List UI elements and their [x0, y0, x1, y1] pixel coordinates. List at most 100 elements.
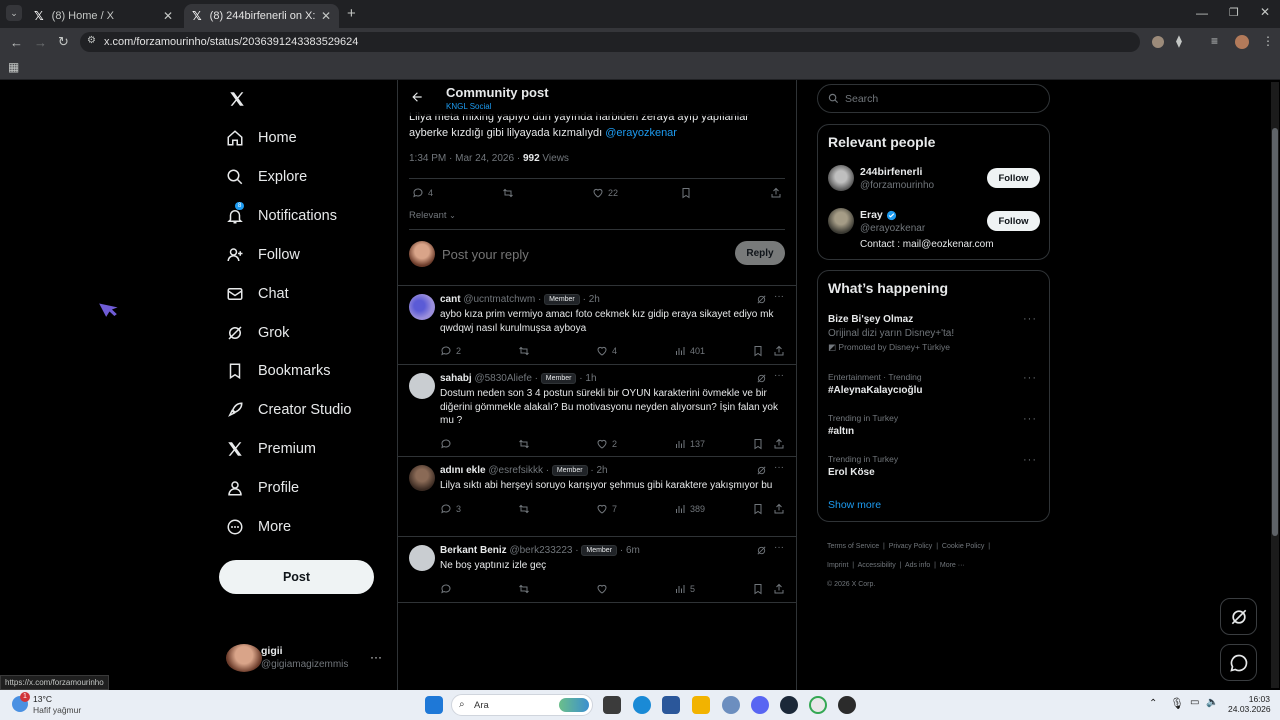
- network-icon[interactable]: ▭: [1190, 697, 1199, 708]
- start-button-icon[interactable]: [425, 696, 443, 714]
- bookmark-action[interactable]: [680, 187, 692, 199]
- nav-item-chat[interactable]: Chat: [226, 276, 289, 312]
- reload-icon[interactable]: ↻: [58, 34, 69, 50]
- reply-item[interactable]: Berkant Beniz @berk233223 · Member · 6m ·…: [398, 537, 796, 603]
- extension-icon[interactable]: [1152, 36, 1164, 48]
- microphone-icon[interactable]: 🎙: [1170, 697, 1184, 710]
- share-action[interactable]: [770, 187, 782, 199]
- nav-item-bookmarks[interactable]: Bookmarks: [226, 353, 331, 389]
- repost-action[interactable]: [518, 438, 530, 450]
- reply-avatar[interactable]: [409, 294, 435, 320]
- grok-floating-button[interactable]: [1220, 598, 1257, 635]
- footer-link[interactable]: Imprint: [827, 562, 848, 569]
- chrome-icon[interactable]: [809, 696, 827, 714]
- repost-action[interactable]: [518, 503, 530, 515]
- nav-item-profile[interactable]: Profile: [226, 470, 299, 506]
- like-action[interactable]: 22: [592, 187, 618, 199]
- share-action[interactable]: [773, 438, 785, 450]
- nav-item-follow[interactable]: Follow: [226, 237, 300, 273]
- nav-item-explore[interactable]: Explore: [226, 159, 307, 195]
- media-controls-icon[interactable]: ≡: [1211, 34, 1218, 48]
- task-view-icon[interactable]: [603, 696, 621, 714]
- store-icon[interactable]: [662, 696, 680, 714]
- forward-icon[interactable]: →: [34, 35, 47, 50]
- follow-button[interactable]: Follow: [987, 168, 1040, 188]
- search-input[interactable]: Search: [817, 84, 1050, 113]
- trend-more-icon[interactable]: ···: [1023, 454, 1037, 466]
- browser-profile-avatar[interactable]: [1235, 35, 1249, 49]
- nav-item-more[interactable]: More: [226, 509, 291, 545]
- close-tab-icon[interactable]: ✕: [163, 9, 173, 23]
- reply-more-icon[interactable]: ···: [774, 542, 784, 553]
- show-more-link[interactable]: Show more: [828, 499, 881, 511]
- reply-item[interactable]: adını ekle @esrefsikkk · Member · 2h ··· L…: [398, 457, 796, 537]
- repost-action[interactable]: [518, 583, 530, 595]
- reply-author[interactable]: Berkant Beniz: [440, 545, 507, 556]
- footer-link[interactable]: Privacy Policy: [889, 543, 933, 550]
- nav-item-premium[interactable]: Premium: [226, 431, 316, 467]
- follow-button[interactable]: Follow: [987, 211, 1040, 231]
- bookmark-action[interactable]: [752, 583, 764, 595]
- views-action[interactable]: 137: [674, 438, 705, 450]
- like-action[interactable]: 4: [596, 345, 617, 357]
- reply-action[interactable]: 4: [412, 187, 433, 199]
- file-explorer-icon[interactable]: [692, 696, 710, 714]
- reply-item[interactable]: cant @ucntmatchwm · Member · 2h ··· aybo k…: [398, 286, 796, 365]
- trend-item[interactable]: Trending in Turkey #altın: [828, 413, 1038, 437]
- back-icon[interactable]: ←: [10, 35, 23, 50]
- trend-item[interactable]: Bize Bi'şey Olmaz Orijinal dizi yarın Di…: [828, 314, 1038, 353]
- chat-floating-button[interactable]: [1220, 644, 1257, 681]
- person-name[interactable]: Eray: [860, 209, 897, 221]
- trend-more-icon[interactable]: ···: [1023, 413, 1037, 425]
- account-more-icon[interactable]: ···: [370, 650, 382, 664]
- grok-explain-icon[interactable]: [756, 545, 767, 556]
- volume-icon[interactable]: 🔈: [1206, 697, 1218, 708]
- account-name[interactable]: gigii: [261, 645, 283, 657]
- views-action[interactable]: 389: [674, 503, 705, 515]
- steam-icon[interactable]: [780, 696, 798, 714]
- account-avatar[interactable]: [226, 644, 262, 672]
- minimize-icon[interactable]: —: [1196, 6, 1208, 20]
- grok-explain-icon[interactable]: [756, 373, 767, 384]
- reply-author[interactable]: cant: [440, 294, 461, 305]
- site-info-icon[interactable]: ⚙: [87, 35, 96, 46]
- footer-link[interactable]: Terms of Service: [827, 543, 879, 550]
- views-action[interactable]: 5: [674, 583, 695, 595]
- bookmark-action[interactable]: [752, 438, 764, 450]
- repost-action[interactable]: [518, 345, 530, 357]
- bookmark-action[interactable]: [752, 345, 764, 357]
- reply-author[interactable]: adını ekle: [440, 465, 486, 476]
- reply-action[interactable]: 2: [440, 345, 461, 357]
- person-avatar[interactable]: [828, 165, 854, 191]
- trend-item[interactable]: Trending in Turkey Erol Köse: [828, 454, 1038, 478]
- nav-item-notifications[interactable]: 8 Notifications: [226, 198, 337, 234]
- views-action[interactable]: 401: [674, 345, 705, 357]
- reply-avatar[interactable]: [409, 373, 435, 399]
- chrome-menu-icon[interactable]: ⋮: [1262, 34, 1274, 48]
- taskbar-search[interactable]: ⌕ Ara: [451, 694, 593, 716]
- trend-more-icon[interactable]: ···: [1023, 313, 1037, 325]
- reply-avatar[interactable]: [409, 465, 435, 491]
- reply-item[interactable]: sahabj @5830Aliefe · Member · 1h ··· Dostu…: [398, 365, 796, 457]
- grok-explain-icon[interactable]: [756, 294, 767, 305]
- tab-search-icon[interactable]: ⌄: [6, 5, 22, 21]
- x-logo-icon[interactable]: [228, 90, 246, 108]
- person-avatar[interactable]: [828, 208, 854, 234]
- share-action[interactable]: [773, 503, 785, 515]
- share-action[interactable]: [773, 345, 785, 357]
- reply-action[interactable]: [440, 583, 456, 595]
- share-action[interactable]: [773, 583, 785, 595]
- edge-icon[interactable]: [633, 696, 651, 714]
- person-name[interactable]: 244birfenerli: [860, 166, 922, 178]
- scrollbar-thumb[interactable]: [1272, 128, 1278, 536]
- nav-item-creator-studio[interactable]: Creator Studio: [226, 392, 352, 428]
- new-tab-icon[interactable]: +: [347, 5, 356, 22]
- tray-chevron-icon[interactable]: ⌃: [1149, 698, 1157, 709]
- page-scrollbar[interactable]: [1271, 82, 1279, 688]
- restore-icon[interactable]: ❐: [1229, 6, 1239, 19]
- community-link[interactable]: KNGL Social: [446, 102, 492, 111]
- clock[interactable]: 16:03 24.03.2026: [1228, 694, 1271, 714]
- post-mention-link[interactable]: @erayozkenar: [605, 127, 677, 139]
- bookmark-action[interactable]: [752, 503, 764, 515]
- like-action[interactable]: 2: [596, 438, 617, 450]
